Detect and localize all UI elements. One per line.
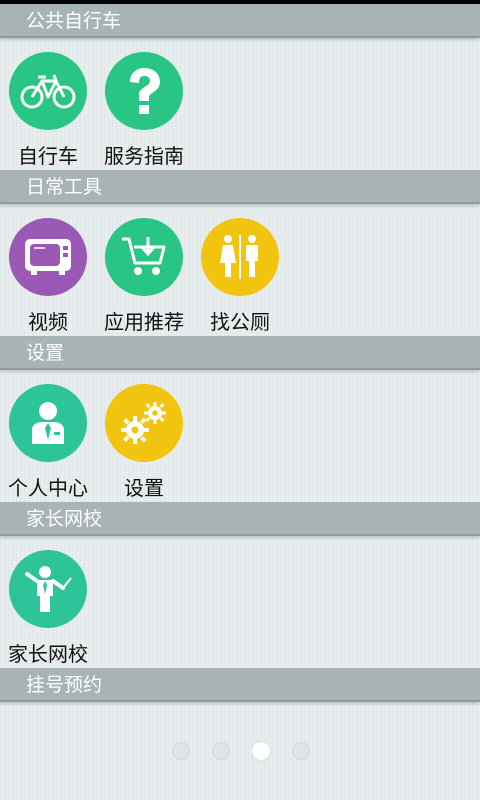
tile-bicycle[interactable]: 自行车 bbox=[0, 52, 96, 182]
tile-label: 家长网校 bbox=[8, 642, 88, 666]
tile-video[interactable]: 视频 bbox=[0, 218, 96, 348]
section-title: 挂号预约 bbox=[26, 674, 103, 696]
page-dot[interactable] bbox=[212, 742, 230, 760]
tile-parent-school[interactable]: 家长网校 bbox=[0, 550, 96, 680]
page-indicator bbox=[0, 740, 480, 760]
section-header-public-bike: 公共自行车 bbox=[0, 4, 480, 38]
tile-settings[interactable]: 设置 bbox=[96, 384, 192, 514]
question-icon bbox=[105, 52, 183, 130]
cart-download-icon bbox=[105, 218, 183, 296]
tile-service-guide[interactable]: 服务指南 bbox=[96, 52, 192, 182]
tv-icon bbox=[9, 218, 87, 296]
section-header-parent-school: 家长网校 bbox=[0, 502, 480, 536]
bicycle-icon bbox=[9, 52, 87, 130]
section-title: 公共自行车 bbox=[26, 10, 122, 32]
tile-label: 服务指南 bbox=[104, 144, 184, 168]
section-header-settings: 设置 bbox=[0, 336, 480, 370]
page-dot-active[interactable] bbox=[252, 742, 270, 760]
user-icon bbox=[9, 384, 87, 462]
section-header-daily-tools: 日常工具 bbox=[0, 170, 480, 204]
teacher-icon bbox=[9, 550, 87, 628]
page-dot[interactable] bbox=[172, 742, 190, 760]
gears-icon bbox=[105, 384, 183, 462]
tile-app-recommend[interactable]: 应用推荐 bbox=[96, 218, 192, 348]
tile-label: 设置 bbox=[124, 476, 164, 500]
section-title: 日常工具 bbox=[26, 176, 103, 198]
section-header-registration: 挂号预约 bbox=[0, 668, 480, 702]
page-dot[interactable] bbox=[292, 742, 310, 760]
restroom-icon bbox=[201, 218, 279, 296]
section-title: 设置 bbox=[26, 342, 65, 364]
tile-personal-center[interactable]: 个人中心 bbox=[0, 384, 96, 514]
section-title: 家长网校 bbox=[26, 508, 103, 530]
tile-find-restroom[interactable]: 找公厕 bbox=[192, 218, 288, 348]
tile-label: 找公厕 bbox=[210, 310, 270, 334]
